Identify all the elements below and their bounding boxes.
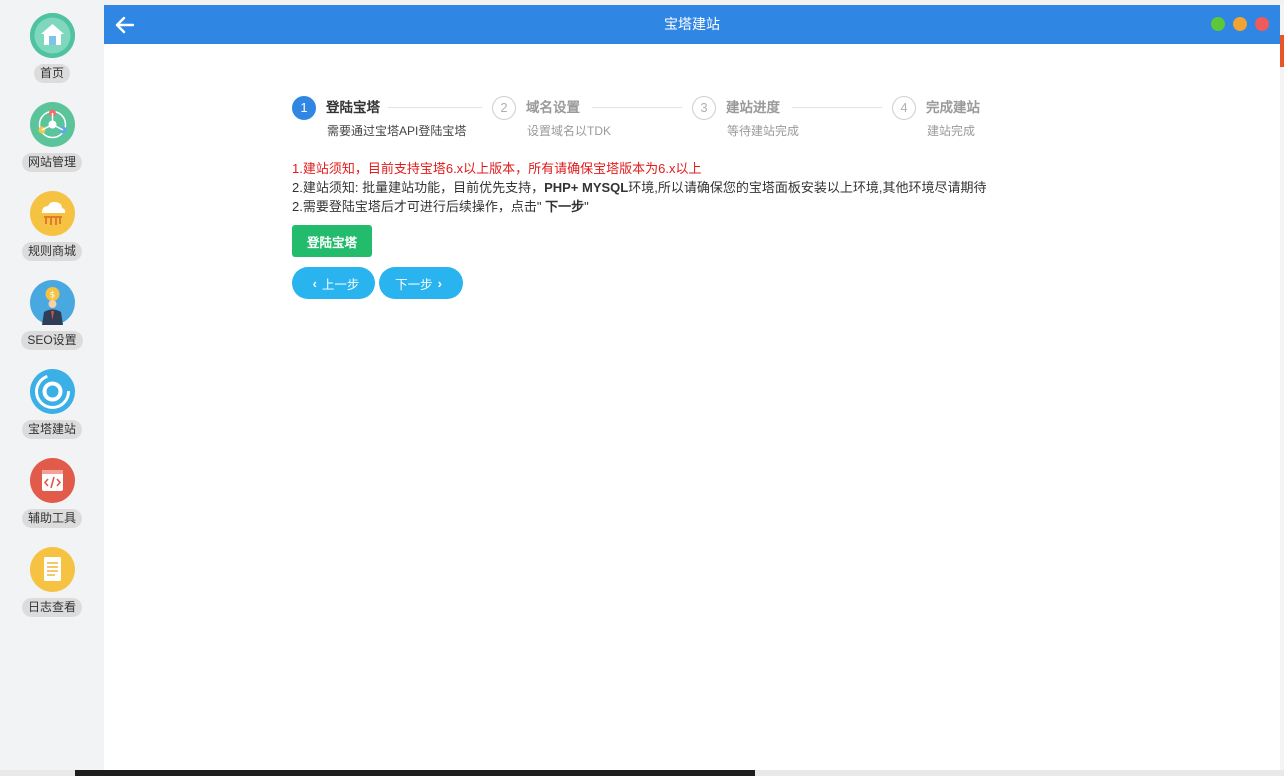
window-title: 宝塔建站 [664,16,720,32]
notice-text: 环境,所以请确保您的宝塔面板安装以上环境,其他环境尽请期待 [628,180,987,195]
step-connector [592,107,682,108]
notice-version-warning: 1.建站须知，目前支持宝塔6.x以上版本，所有请确保宝塔版本为6.x以上 [292,161,702,176]
titlebar: 宝塔建站 [104,5,1280,44]
svg-text:$: $ [49,291,55,301]
bt-icon [29,369,75,414]
step-connector [792,107,882,108]
sidebar-item-home[interactable]: 首页 [0,13,104,99]
step-description: 设置域名以TDK [527,124,612,138]
step-domain: 2 域名设置 设置域名以TDK [492,94,692,144]
notice-text: 2.建站须知: 批量建站功能，目前优先支持， [292,180,545,195]
notice-text: " [584,199,589,214]
notice-emphasis: PHP+ MYSQL [544,180,629,195]
step-complete: 4 完成建站 建站完成 [892,94,1032,144]
minimize-button[interactable] [1233,17,1247,31]
code-icon [29,458,75,503]
notice-login-required: 2.需要登陆宝塔后才可进行后续操作，点击" 下一步" [292,197,986,216]
next-step-button[interactable]: 下一步 › [379,267,463,299]
sidebar-item-label: 首页 [33,64,70,83]
step-number: 2 [492,96,516,120]
network-icon [29,102,75,147]
sidebar-item-logs[interactable]: 日志查看 [0,547,104,633]
prev-step-label: 上一步 [321,277,360,292]
step-title: 域名设置 [526,100,580,115]
notice-text: 2.需要登陆宝塔后才可进行后续操作，点击" [292,199,542,214]
home-icon [29,13,75,58]
step-title: 登陆宝塔 [326,100,380,115]
stepper: 1 登陆宝塔 需要通过宝塔API登陆宝塔 2 域名设置 设置域名以TDK 3 建… [292,94,1032,144]
step-description: 需要通过宝塔API登陆宝塔 [327,124,467,138]
step-title: 建站进度 [726,100,780,115]
sidebar-item-label: 规则商城 [21,242,82,261]
sidebar-item-label: 辅助工具 [21,509,82,528]
cloud-icon [29,191,75,236]
step-number: 1 [292,96,316,120]
close-button[interactable] [1255,17,1269,31]
step-login: 1 登陆宝塔 需要通过宝塔API登陆宝塔 [292,94,492,144]
sidebar-item-bt-build[interactable]: 宝塔建站 [0,369,104,455]
next-step-label: 下一步 [395,277,433,292]
document-icon [29,547,75,592]
background-window-edge [1280,5,1284,776]
sidebar: 首页 网站管理 规则商城 $ SEO设置 宝塔建站 辅助工具 日志查看 [0,0,104,770]
sidebar-item-rule-store[interactable]: 规则商城 [0,191,104,277]
step-number: 3 [692,96,716,120]
sidebar-item-tools[interactable]: 辅助工具 [0,458,104,544]
sidebar-item-seo[interactable]: $ SEO设置 [0,280,104,366]
step-description: 等待建站完成 [727,124,800,138]
background-taskbar-strip [0,770,1284,776]
notice-environment: 2.建站须知: 批量建站功能，目前优先支持，PHP+ MYSQL环境,所以请确保… [292,178,986,197]
sidebar-item-site-manage[interactable]: 网站管理 [0,102,104,188]
sidebar-item-label: 日志查看 [21,598,82,617]
seo-person-icon: $ [29,280,75,325]
notice-block: 1.建站须知，目前支持宝塔6.x以上版本，所有请确保宝塔版本为6.x以上 2.建… [292,159,986,216]
chevron-right-icon: › [437,275,442,291]
prev-step-button[interactable]: ‹ 上一步 [292,267,375,299]
step-progress: 3 建站进度 等待建站完成 [692,94,892,144]
chevron-left-icon: ‹ [312,275,317,291]
step-title: 完成建站 [926,100,980,115]
step-number: 4 [892,96,916,120]
login-bt-button[interactable]: 登陆宝塔 [292,225,372,257]
sidebar-item-label: 宝塔建站 [21,420,82,439]
notice-emphasis: 下一步 [541,199,585,214]
main-window: 宝塔建站 1 登陆宝塔 需要通过宝塔API登陆宝塔 2 域名设置 设置域名以TD… [104,5,1280,770]
maximize-button[interactable] [1211,17,1225,31]
sidebar-item-label: 网站管理 [21,153,82,172]
step-connector [388,107,482,108]
sidebar-item-label: SEO设置 [21,331,83,350]
step-description: 建站完成 [927,124,976,138]
